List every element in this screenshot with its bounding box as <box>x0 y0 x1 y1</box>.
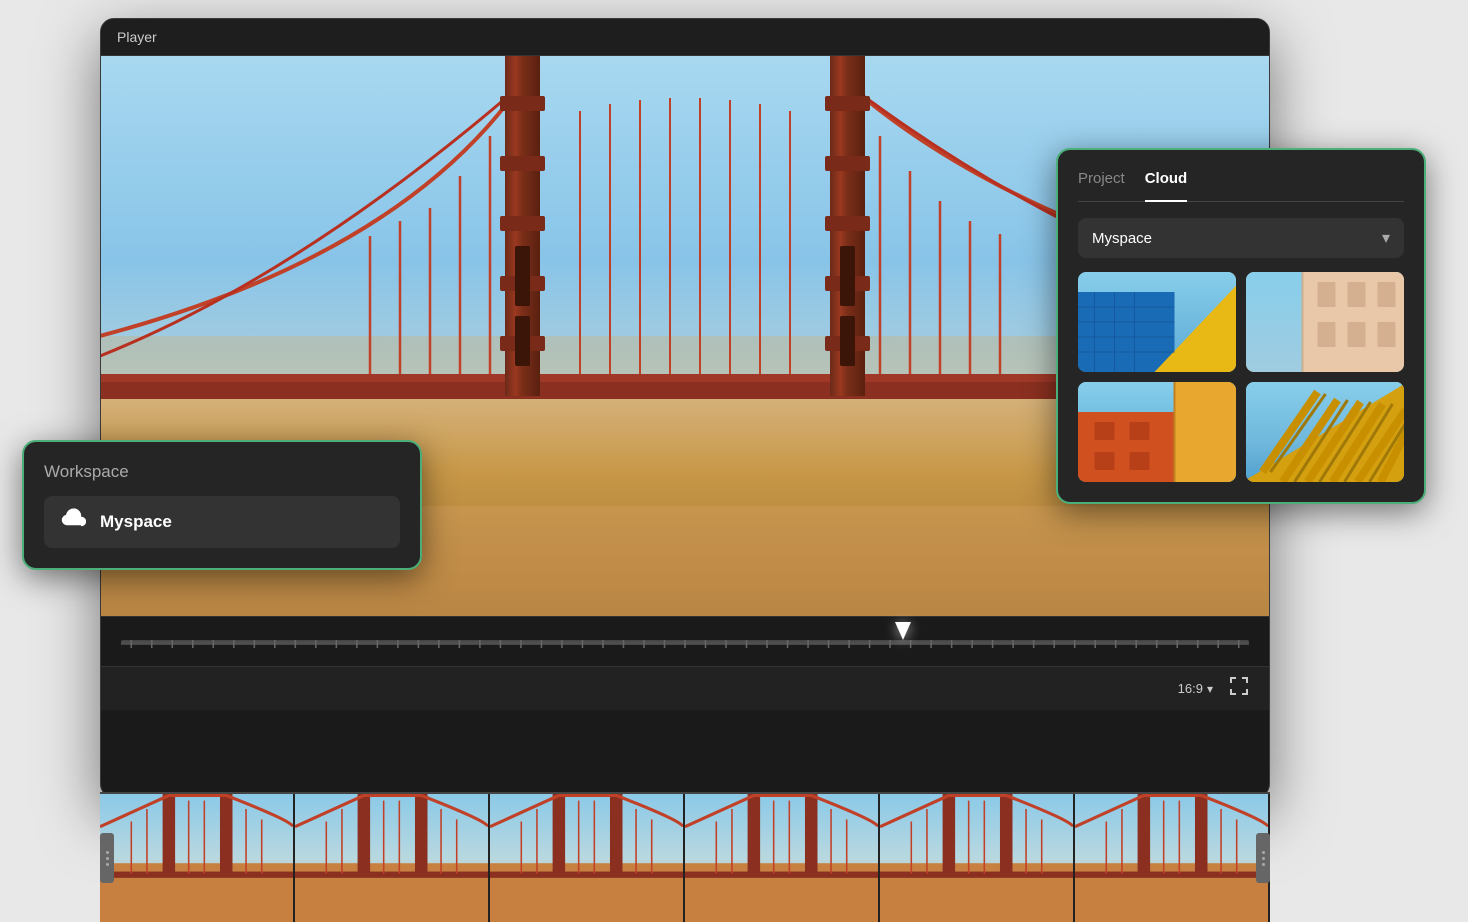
timeline-area[interactable] <box>101 616 1269 666</box>
dot <box>106 857 109 860</box>
cloud-workspace-dropdown[interactable]: Myspace ▾ <box>1078 218 1404 258</box>
filmstrip-frame <box>685 794 880 922</box>
controls-bar: 16:9 ▾ <box>101 666 1269 710</box>
filmstrip-frame <box>295 794 490 922</box>
cloud-panel-tabs: Project Cloud <box>1078 170 1404 202</box>
cloud-thumbnail-1[interactable] <box>1078 272 1236 372</box>
chevron-down-icon: ▾ <box>1382 228 1390 248</box>
dot <box>1262 857 1265 860</box>
handle-dots-right <box>1262 851 1265 866</box>
filmstrip-frame <box>1075 794 1270 922</box>
cloud-thumbnail-3[interactable] <box>1078 382 1236 482</box>
workspace-title: Workspace <box>44 462 400 482</box>
dot <box>1262 851 1265 854</box>
filmstrip <box>100 792 1270 922</box>
workspace-item-myspace[interactable]: Myspace <box>44 496 400 548</box>
cloud-icon <box>60 508 86 536</box>
aspect-ratio-label: 16:9 <box>1178 681 1203 696</box>
workspace-panel: Workspace Myspace <box>22 440 422 570</box>
cloud-panel: Project Cloud Myspace ▾ <box>1056 148 1426 504</box>
cloud-thumbnail-4[interactable] <box>1246 382 1404 482</box>
cloud-dropdown-label: Myspace <box>1092 230 1152 247</box>
cloud-thumbnail-grid <box>1078 272 1404 482</box>
filmstrip-frame <box>490 794 685 922</box>
tab-cloud[interactable]: Cloud <box>1145 170 1188 202</box>
scene: Player <box>0 0 1468 922</box>
dot <box>106 863 109 866</box>
fullscreen-button[interactable] <box>1229 676 1249 701</box>
cloud-thumbnail-2[interactable] <box>1246 272 1404 372</box>
handle-dots-left <box>106 851 109 866</box>
filmstrip-frame <box>880 794 1075 922</box>
player-title: Player <box>117 29 157 45</box>
dot <box>1262 863 1265 866</box>
filmstrip-handle-left[interactable] <box>100 833 114 883</box>
dot <box>106 851 109 854</box>
filmstrip-handle-right[interactable] <box>1256 833 1270 883</box>
workspace-item-label: Myspace <box>100 512 172 532</box>
chevron-down-icon: ▾ <box>1207 682 1213 696</box>
filmstrip-frame <box>100 794 295 922</box>
player-title-bar: Player <box>101 19 1269 56</box>
tab-project[interactable]: Project <box>1078 170 1125 193</box>
aspect-ratio-button[interactable]: 16:9 ▾ <box>1178 681 1213 696</box>
